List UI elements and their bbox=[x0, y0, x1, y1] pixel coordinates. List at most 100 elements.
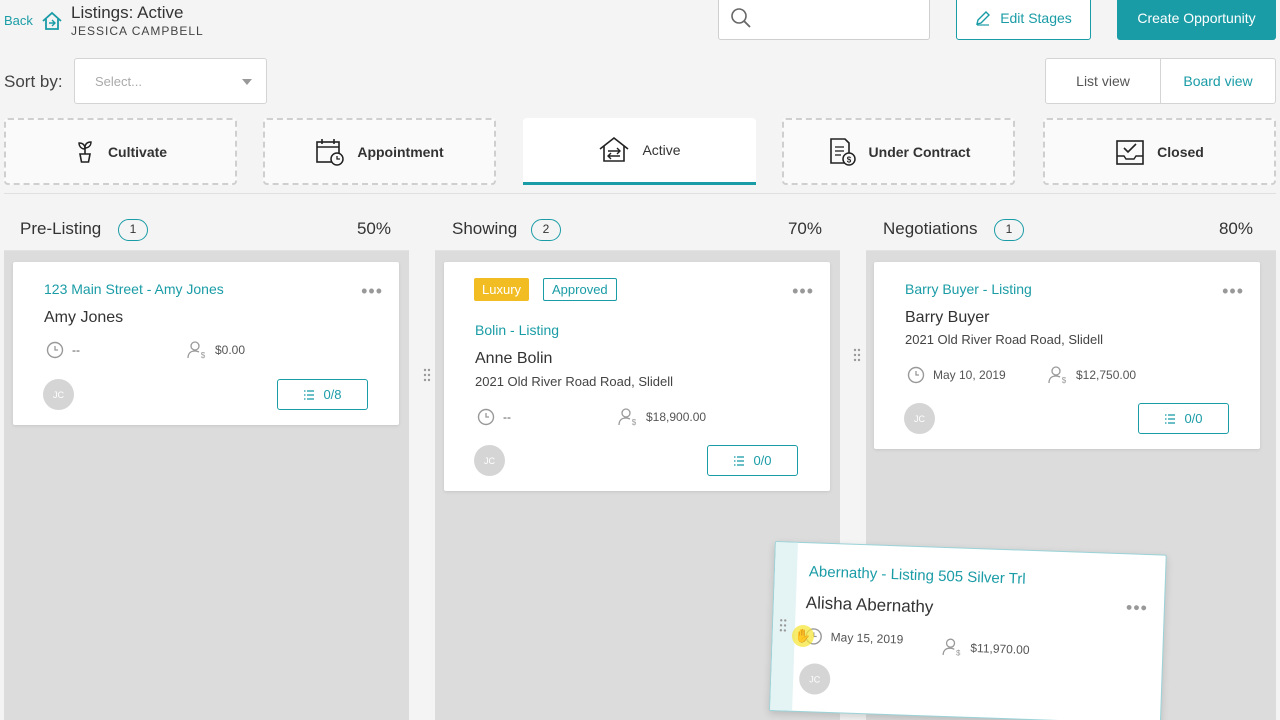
avatar: JC bbox=[798, 662, 831, 696]
svg-text:$: $ bbox=[846, 155, 851, 164]
amount-value: $0.00 bbox=[215, 343, 246, 357]
create-opportunity-button[interactable]: Create Opportunity bbox=[1117, 0, 1276, 40]
sort-placeholder: Select... bbox=[95, 74, 142, 89]
edit-stages-label: Edit Stages bbox=[1000, 10, 1072, 26]
sort-select[interactable]: Select... bbox=[74, 58, 267, 104]
dragging-opportunity-card[interactable]: Abernathy - Listing 505 Silver Trl ••• A… bbox=[769, 541, 1167, 720]
person-dollar-icon: $ bbox=[942, 638, 961, 657]
drag-handle-icon[interactable] bbox=[779, 618, 787, 632]
svg-text:$: $ bbox=[956, 648, 961, 656]
amount-value: $11,970.00 bbox=[970, 640, 1030, 657]
date-value: May 10, 2019 bbox=[933, 368, 1006, 382]
card-amount: $ $18,900.00 bbox=[618, 408, 706, 426]
checklist-icon bbox=[1165, 413, 1176, 424]
card-title-link[interactable]: 123 Main Street - Amy Jones bbox=[44, 281, 224, 297]
svg-text:$: $ bbox=[1062, 376, 1067, 384]
person-dollar-icon: $ bbox=[1048, 366, 1067, 384]
list-view-button[interactable]: List view bbox=[1046, 59, 1161, 103]
more-options-icon[interactable]: ••• bbox=[792, 282, 814, 300]
clock-icon bbox=[907, 366, 925, 384]
card-date: May 15, 2019 bbox=[804, 627, 904, 648]
approved-badge: Approved bbox=[543, 278, 617, 301]
inbox-check-icon bbox=[1116, 139, 1144, 165]
contact-name: Amy Jones bbox=[44, 309, 124, 326]
tasks-button[interactable]: 0/8 bbox=[277, 379, 368, 410]
view-toggle[interactable]: List view Board view bbox=[1045, 58, 1276, 104]
avatar: JC bbox=[904, 403, 935, 434]
clock-icon bbox=[46, 341, 64, 359]
column-count-badge: 1 bbox=[994, 219, 1024, 241]
luxury-badge: Luxury bbox=[474, 278, 530, 301]
plant-icon bbox=[78, 140, 92, 163]
house-arrows-icon bbox=[599, 136, 629, 162]
stage-label: Active bbox=[642, 142, 681, 158]
stage-tab-cultivate[interactable]: Cultivate bbox=[4, 118, 237, 185]
contact-name: Barry Buyer bbox=[905, 309, 990, 326]
card-title-link[interactable]: Abernathy - Listing 505 Silver Trl bbox=[809, 563, 1026, 588]
column-header: Pre-Listing 1 50% bbox=[4, 206, 409, 251]
tasks-button[interactable]: 0/0 bbox=[707, 445, 798, 476]
more-options-icon[interactable]: ••• bbox=[1222, 282, 1244, 300]
tasks-count: 0/0 bbox=[1184, 411, 1203, 426]
back-link[interactable]: Back bbox=[4, 13, 33, 28]
column-title: Negotiations bbox=[883, 219, 978, 238]
avatar: JC bbox=[474, 445, 505, 476]
tasks-button[interactable]: 0/0 bbox=[1138, 403, 1229, 434]
stage-tab-under-contract[interactable]: $ Under Contract bbox=[782, 118, 1015, 185]
clock-icon bbox=[477, 408, 495, 426]
stage-label: Cultivate bbox=[107, 143, 168, 160]
opportunity-card[interactable]: Luxury Approved ••• Bolin - Listing Anne… bbox=[423, 262, 830, 491]
sort-label: Sort by: bbox=[4, 72, 63, 91]
stage-tab-closed[interactable]: Closed bbox=[1043, 118, 1276, 185]
checklist-icon bbox=[734, 455, 745, 466]
column-title: Showing bbox=[452, 219, 518, 238]
more-options-icon[interactable]: ••• bbox=[1126, 597, 1149, 618]
page-title: Listings: Active bbox=[71, 3, 184, 22]
card-title-link[interactable]: Bolin - Listing bbox=[475, 322, 559, 338]
hand-cursor-icon: ✋ bbox=[792, 625, 814, 647]
opportunity-card[interactable]: 123 Main Street - Amy Jones ••• Amy Jone… bbox=[13, 262, 399, 425]
search-input[interactable] bbox=[759, 5, 919, 31]
stage-label: Appointment bbox=[357, 143, 444, 160]
stage-label: Under Contract bbox=[868, 143, 971, 160]
column-header: Showing 2 70% bbox=[435, 206, 840, 251]
opportunity-card[interactable]: Barry Buyer - Listing ••• Barry Buyer 20… bbox=[853, 262, 1260, 449]
date-value: May 15, 2019 bbox=[830, 630, 904, 647]
column-count-badge: 2 bbox=[531, 219, 561, 241]
card-date: -- bbox=[46, 341, 80, 359]
card-amount: $ $0.00 bbox=[187, 341, 245, 359]
card-date: May 10, 2019 bbox=[907, 366, 1006, 384]
edit-stages-button[interactable]: Edit Stages bbox=[956, 0, 1091, 40]
tasks-count: 0/0 bbox=[753, 453, 772, 468]
contact-name: Anne Bolin bbox=[475, 350, 553, 367]
column-percent: 50% bbox=[356, 219, 391, 238]
contact-name: Alisha Abernathy bbox=[805, 593, 934, 617]
column-count-badge: 1 bbox=[118, 219, 148, 241]
divider bbox=[4, 193, 1276, 194]
contact-address: 2021 Old River Road Road, Slidell bbox=[905, 332, 1103, 347]
contact-address: 2021 Old River Road Road, Slidell bbox=[475, 374, 673, 389]
stage-tab-active[interactable]: Active bbox=[523, 118, 756, 185]
page-subtitle: JESSICA CAMPBELL bbox=[71, 24, 204, 38]
drag-handle-icon[interactable] bbox=[423, 368, 431, 382]
column-header: Negotiations 1 80% bbox=[866, 206, 1276, 251]
more-options-icon[interactable]: ••• bbox=[361, 282, 383, 300]
stage-label: Closed bbox=[1157, 143, 1204, 160]
person-dollar-icon: $ bbox=[187, 341, 206, 359]
card-title-link[interactable]: Barry Buyer - Listing bbox=[905, 281, 1032, 297]
contract-icon: $ bbox=[829, 137, 856, 166]
column-percent: 80% bbox=[1218, 219, 1253, 238]
card-date: -- bbox=[477, 408, 511, 426]
amount-value: $18,900.00 bbox=[646, 410, 707, 424]
chevron-down-icon bbox=[242, 79, 252, 85]
svg-text:$: $ bbox=[201, 351, 206, 359]
drag-handle-icon[interactable] bbox=[853, 348, 861, 362]
date-value: -- bbox=[72, 343, 80, 357]
stage-tab-appointment[interactable]: Appointment bbox=[263, 118, 496, 185]
svg-text:$: $ bbox=[632, 418, 637, 426]
board-view-button[interactable]: Board view bbox=[1161, 59, 1275, 103]
tasks-count: 0/8 bbox=[323, 387, 342, 402]
amount-value: $12,750.00 bbox=[1076, 368, 1137, 382]
search-box[interactable] bbox=[718, 0, 930, 40]
column-title: Pre-Listing bbox=[20, 219, 102, 238]
